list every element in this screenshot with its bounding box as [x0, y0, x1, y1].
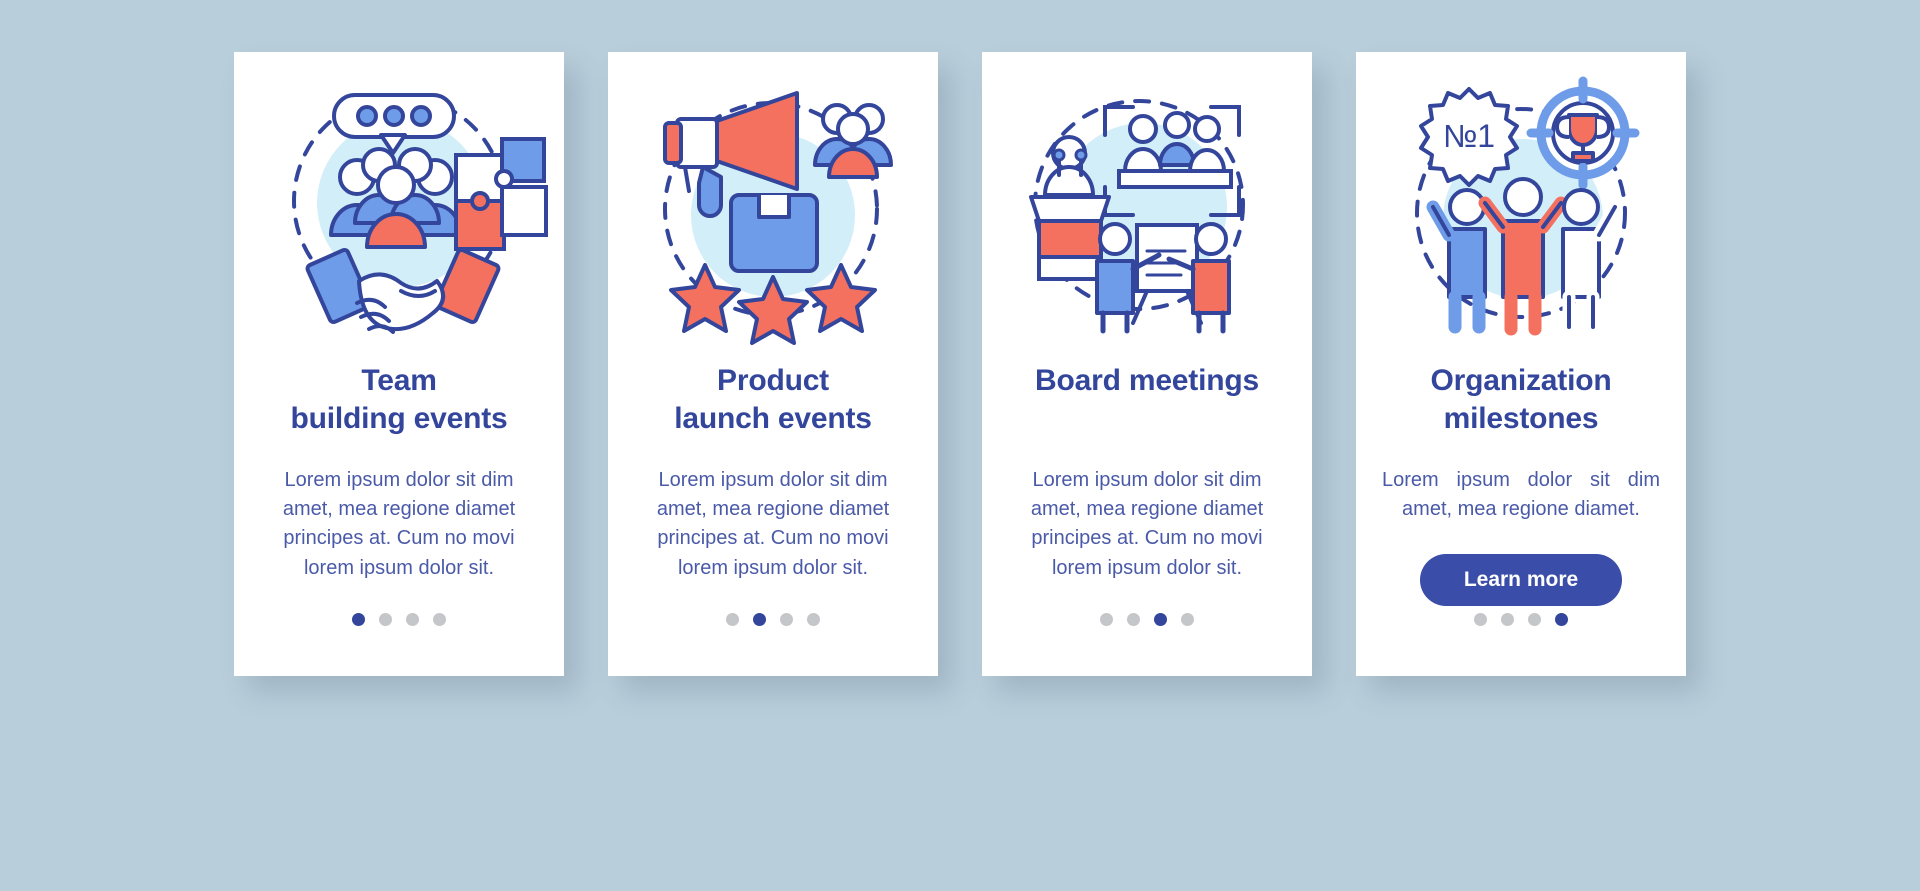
onboarding-card-organization-milestones[interactable]: №1 Organization milestones Lorem ipsum d…: [1356, 52, 1686, 676]
pagination-dots[interactable]: [1356, 613, 1686, 626]
pagination-dot-1[interactable]: [726, 613, 739, 626]
pagination-dot-2[interactable]: [379, 613, 392, 626]
onboarding-card-product-launch-events[interactable]: Product launch events Lorem ipsum dolor …: [608, 52, 938, 676]
card-title: Organization milestones: [1413, 362, 1630, 440]
card-body-text: Lorem ipsum dolor sit dim amet, mea regi…: [656, 469, 890, 579]
pagination-dot-4[interactable]: [433, 613, 446, 626]
pagination-dot-1[interactable]: [1100, 613, 1113, 626]
pagination-dot-2[interactable]: [753, 613, 766, 626]
pagination-dot-2[interactable]: [1127, 613, 1140, 626]
card-title: Board meetings: [1017, 362, 1277, 440]
onboarding-screens: Team building events Lorem ipsum dolor s…: [0, 0, 1920, 891]
pagination-dot-4[interactable]: [1181, 613, 1194, 626]
onboarding-card-team-building-events[interactable]: Team building events Lorem ipsum dolor s…: [234, 52, 564, 676]
pagination-dot-3[interactable]: [1154, 613, 1167, 626]
card-title-line2: building events: [290, 401, 508, 435]
pagination-dot-4[interactable]: [1555, 613, 1568, 626]
card-title-line1: Board meetings: [1035, 364, 1259, 397]
card-title: Product launch events: [656, 362, 889, 440]
pagination-dots[interactable]: [234, 613, 564, 626]
card-body-text: Lorem ipsum dolor sit dim amet, mea regi…: [282, 469, 516, 579]
card-body-text: Lorem ipsum dolor sit dim amet, mea regi…: [1382, 469, 1660, 521]
pagination-dot-4[interactable]: [807, 613, 820, 626]
handshake-team-puzzle-icon: [234, 52, 564, 362]
card-title: Team building events: [272, 362, 525, 440]
card-title-line2: milestones: [1443, 401, 1599, 435]
pagination-dot-3[interactable]: [1528, 613, 1541, 626]
card-title-line2: launch events: [674, 401, 872, 435]
pagination-dot-2[interactable]: [1501, 613, 1514, 626]
card-title-line1: Organization: [1430, 364, 1612, 397]
card-title-line1: Team: [361, 364, 437, 397]
pagination-dot-1[interactable]: [1474, 613, 1487, 626]
pagination-dots[interactable]: [982, 613, 1312, 626]
podium-presentation-icon: [982, 52, 1312, 362]
pagination-dots[interactable]: [608, 613, 938, 626]
pagination-dot-3[interactable]: [780, 613, 793, 626]
trophy-target-badge-team-icon: №1: [1356, 52, 1686, 362]
megaphone-box-stars-icon: [608, 52, 938, 362]
pagination-dot-1[interactable]: [352, 613, 365, 626]
pagination-dot-3[interactable]: [406, 613, 419, 626]
card-title-line1: Product: [717, 364, 829, 397]
learn-more-button[interactable]: Learn more: [1419, 554, 1623, 607]
badge-number-text: №1: [1443, 118, 1495, 154]
card-body-text: Lorem ipsum dolor sit dim amet, mea regi…: [1030, 469, 1264, 579]
onboarding-card-board-meetings[interactable]: Board meetings Lorem ipsum dolor sit dim…: [982, 52, 1312, 676]
